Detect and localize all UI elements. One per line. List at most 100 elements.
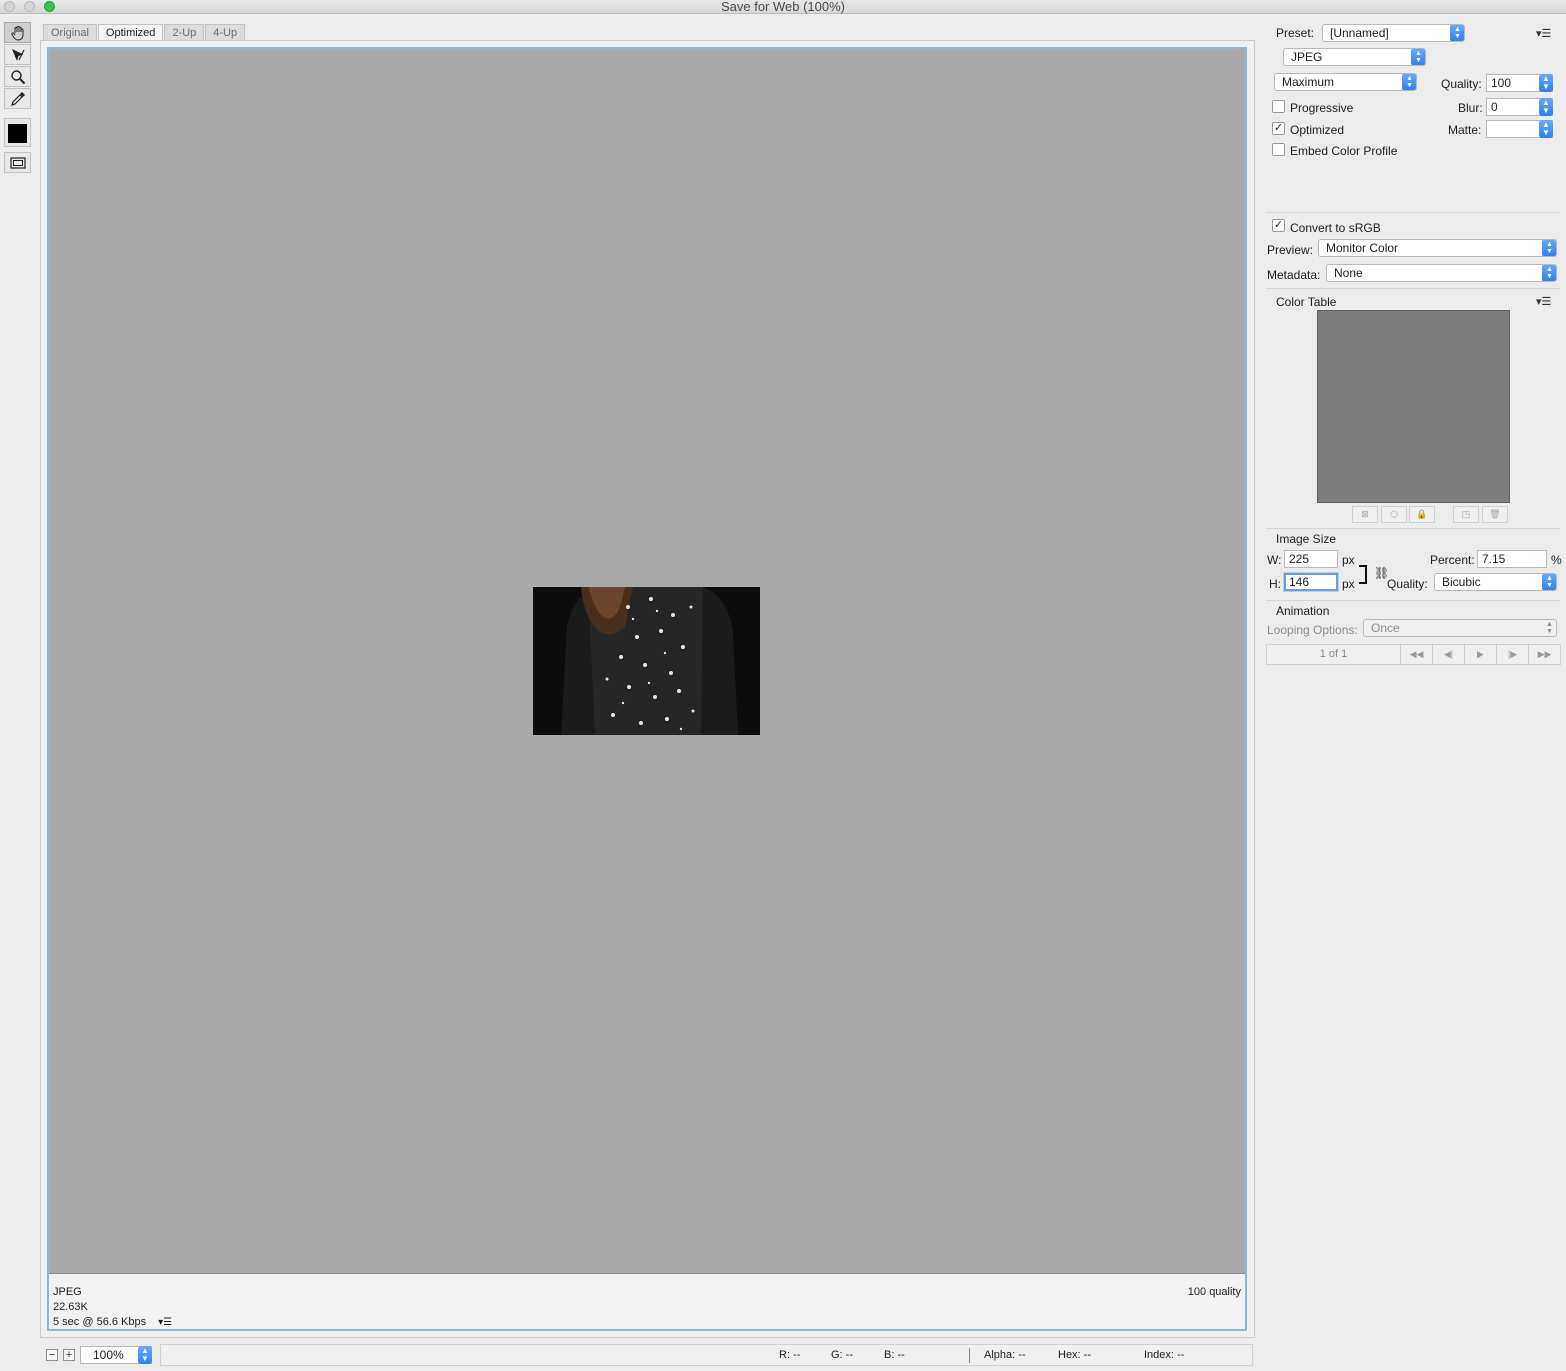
preview-info: JPEG 22.63K 5 sec @ 56.6 Kbps ▾☰	[53, 1285, 172, 1330]
blur-stepper-icon[interactable]: ▲ ▼	[1539, 98, 1553, 116]
tab-optimized[interactable]: Optimized	[97, 24, 164, 40]
preview-menu-icon[interactable]: ▾☰	[158, 1315, 172, 1330]
slice-select-tool[interactable]	[4, 44, 31, 65]
resample-quality-value: Bicubic	[1442, 575, 1481, 589]
zoom-out-button[interactable]: −	[46, 1349, 58, 1361]
chevron-updown-icon: ▲ ▼	[1402, 74, 1416, 90]
blur-value: 0	[1491, 100, 1498, 114]
width-unit: px	[1342, 553, 1355, 567]
eyedropper-tool[interactable]	[4, 88, 31, 109]
zoom-in-button[interactable]: +	[63, 1349, 75, 1361]
resample-quality-select[interactable]: Bicubic ▲ ▼	[1434, 573, 1557, 591]
height-value: 146	[1289, 575, 1310, 589]
color-table[interactable]	[1317, 310, 1510, 503]
animation-title: Animation	[1276, 604, 1330, 618]
tab-original[interactable]: Original	[43, 24, 97, 40]
preset-select[interactable]: [Unnamed] ▲ ▼	[1322, 24, 1465, 42]
image-size-title: Image Size	[1276, 532, 1337, 546]
readout-red: R: --	[779, 1349, 801, 1361]
quality-field[interactable]: 100 ▲ ▼	[1486, 74, 1553, 92]
first-frame-icon[interactable]: ◀◀	[1400, 644, 1433, 665]
file-format-value: JPEG	[1291, 50, 1323, 64]
looping-options-select[interactable]: Once ▲ ▼	[1363, 619, 1557, 637]
looping-options-label: Looping Options:	[1267, 623, 1358, 637]
zoom-level-select[interactable]: 100% ▲ ▼	[80, 1346, 152, 1364]
toggle-slices-icon	[9, 156, 26, 169]
trash-icon[interactable]: 🗑	[1482, 506, 1508, 523]
optimized-checkbox[interactable]: ✓	[1272, 122, 1285, 135]
map-transparency-icon[interactable]: ⊠	[1352, 506, 1378, 523]
chevron-updown-icon: ▲ ▼	[1450, 25, 1464, 41]
blur-label: Blur:	[1458, 101, 1483, 115]
optimize-menu-icon[interactable]: ▾☰	[1536, 27, 1551, 40]
quality-stepper-icon[interactable]: ▲ ▼	[1539, 74, 1553, 92]
title-bar: Save for Web (100%)	[0, 0, 1566, 14]
progressive-label: Progressive	[1290, 101, 1354, 115]
looping-options-value: Once	[1371, 621, 1400, 635]
color-table-title: Color Table	[1276, 295, 1337, 309]
compression-quality-value: Maximum	[1282, 75, 1335, 89]
metadata-select[interactable]: None ▲ ▼	[1326, 264, 1557, 282]
tab-2-up[interactable]: 2-Up	[164, 24, 205, 40]
previous-frame-icon[interactable]: ◀|	[1432, 644, 1465, 665]
width-value: 225	[1289, 552, 1310, 566]
readout-hex: Hex: --	[1058, 1349, 1091, 1361]
color-readout: R: -- G: -- B: -- Alpha: -- Hex: -- Inde…	[160, 1344, 1253, 1366]
width-label: W:	[1267, 553, 1282, 567]
preview-file-size: 22.63K	[53, 1301, 88, 1313]
convert-srgb-checkbox[interactable]: ✓	[1272, 219, 1285, 232]
blur-field[interactable]: 0 ▲ ▼	[1486, 98, 1553, 116]
width-field[interactable]: 225	[1284, 550, 1338, 568]
percent-unit: %	[1551, 553, 1562, 567]
new-color-icon[interactable]: ◳	[1453, 506, 1479, 523]
percent-field[interactable]: 7.15	[1477, 550, 1547, 568]
chevron-updown-icon: ▲ ▼	[1542, 240, 1556, 256]
zoom-icon	[10, 69, 25, 84]
constrain-bracket	[1359, 565, 1367, 584]
optimized-label: Optimized	[1290, 123, 1345, 137]
zoom-stepper-icon[interactable]: ▲ ▼	[138, 1346, 152, 1364]
last-frame-icon[interactable]: ▶▶	[1528, 644, 1561, 665]
file-format-select[interactable]: JPEG ▲ ▼	[1283, 48, 1426, 66]
preview-stage[interactable]	[49, 49, 1245, 1274]
preview-select[interactable]: Monitor Color ▲ ▼	[1318, 239, 1557, 257]
progressive-checkbox[interactable]	[1272, 100, 1285, 113]
color-table-menu-icon[interactable]: ▾☰	[1536, 295, 1551, 308]
zoom-tool[interactable]	[4, 66, 31, 87]
toggle-slices-visibility[interactable]	[4, 152, 31, 173]
readout-blue: B: --	[884, 1349, 905, 1361]
divider	[1266, 212, 1560, 213]
view-tabs: Original Optimized 2-Up 4-Up	[43, 24, 246, 40]
preview-image	[533, 587, 760, 735]
height-field[interactable]: 146	[1284, 573, 1338, 591]
resample-quality-label: Quality:	[1387, 577, 1428, 591]
preset-label: Preset:	[1276, 26, 1315, 40]
lock-color-icon[interactable]: 🔒	[1409, 506, 1435, 523]
slice-select-icon	[11, 48, 25, 61]
hand-tool[interactable]	[4, 22, 31, 43]
matte-select[interactable]: ▲ ▼	[1486, 120, 1553, 138]
optimized-preview-pane[interactable]: JPEG 22.63K 5 sec @ 56.6 Kbps ▾☰ 100 qual…	[47, 47, 1247, 1331]
status-bar: − + 100% ▲ ▼ R: -- G: -- B: -- Alpha: -- …	[40, 1344, 1255, 1366]
height-unit: px	[1342, 577, 1355, 591]
divider	[1266, 600, 1560, 601]
eyedropper-color-swatch[interactable]	[8, 124, 27, 143]
frame-counter: 1 of 1	[1266, 644, 1401, 665]
matte-stepper-icon[interactable]: ▲ ▼	[1539, 120, 1553, 138]
window-title: Save for Web (100%)	[720, 0, 846, 14]
web-shift-icon[interactable]: ⬡	[1381, 506, 1407, 523]
chevron-updown-icon: ▲ ▼	[1542, 265, 1556, 281]
next-frame-icon[interactable]: |▶	[1496, 644, 1529, 665]
embed-color-profile-checkbox[interactable]	[1272, 143, 1285, 156]
metadata-value: None	[1334, 266, 1363, 280]
play-icon[interactable]: ▶	[1464, 644, 1497, 665]
preview-format: JPEG	[53, 1286, 82, 1298]
hand-icon	[10, 25, 23, 41]
metadata-label: Metadata:	[1267, 268, 1321, 282]
percent-label: Percent:	[1430, 553, 1475, 567]
preview-quality: 100 quality	[1187, 1286, 1241, 1298]
compression-quality-select[interactable]: Maximum ▲ ▼	[1274, 73, 1417, 91]
checkmark-icon: ✓	[1273, 219, 1284, 231]
tab-4-up[interactable]: 4-Up	[205, 24, 246, 40]
chevron-updown-icon: ▲ ▼	[1546, 621, 1553, 635]
